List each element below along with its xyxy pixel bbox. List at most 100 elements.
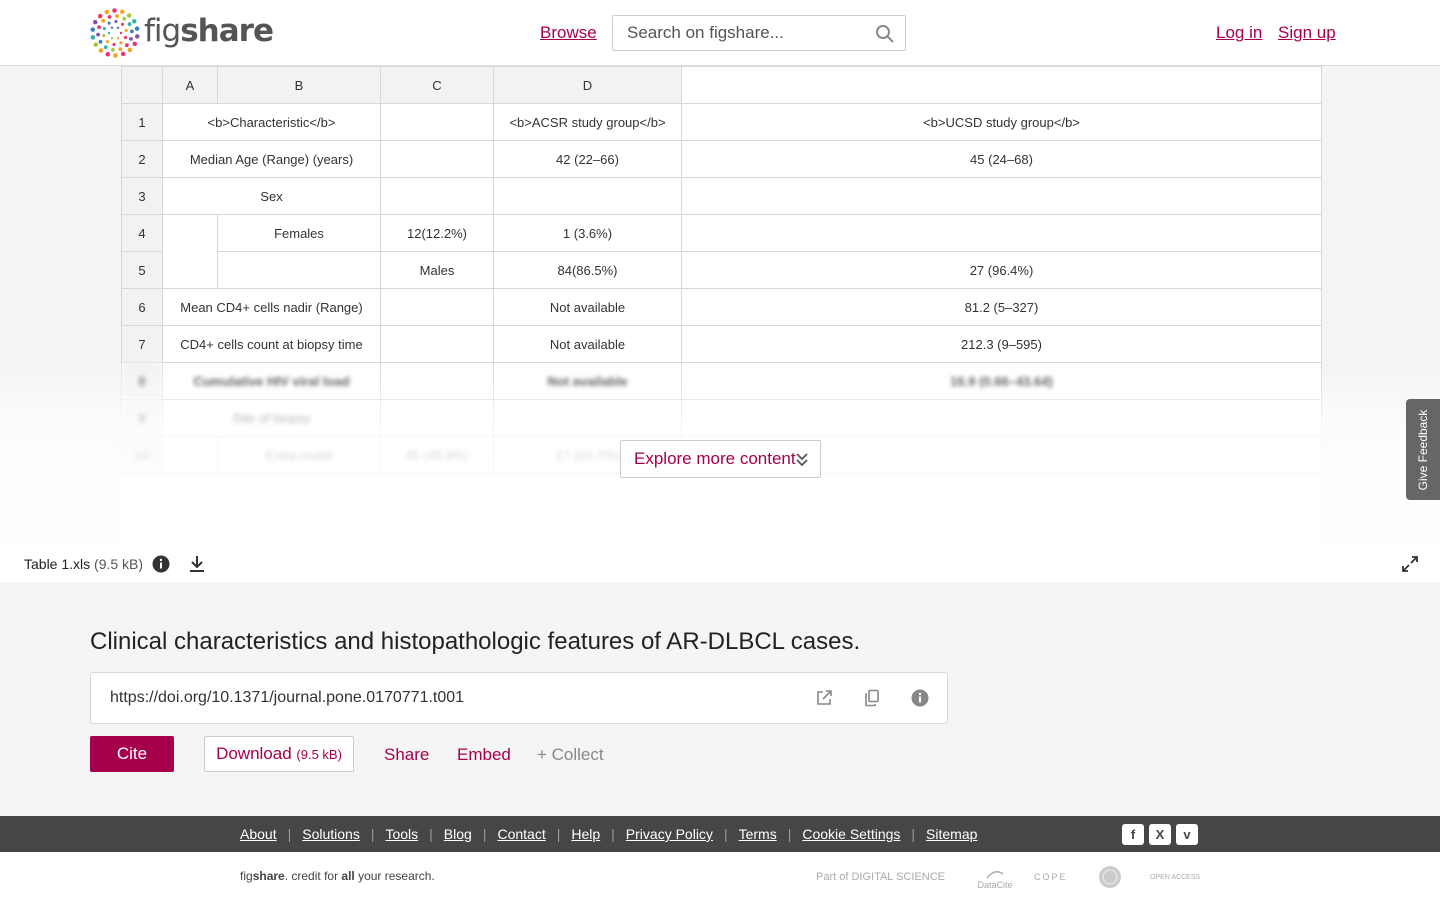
logo-dot <box>124 43 129 48</box>
logo-dot <box>102 34 106 38</box>
logo-wordmark: figshare <box>144 13 274 49</box>
signup-link[interactable]: Sign up <box>1278 23 1336 43</box>
download-button[interactable]: Download (9.5 kB) <box>204 736 354 772</box>
column-header: A <box>162 66 218 104</box>
logo-dot <box>103 45 108 50</box>
row-number: 3 <box>121 177 163 215</box>
collect-link[interactable]: + Collect <box>537 745 604 765</box>
footer-bottom: figshare. credit for all your research. … <box>0 852 1440 900</box>
share-link[interactable]: Share <box>384 745 429 765</box>
table-cell: 84(86.5%) <box>493 251 682 289</box>
table-row: 7 CD4+ cells count at biopsy time Not av… <box>121 325 1322 363</box>
table-row: 9 Site of biopsy <box>121 399 1322 437</box>
search-input[interactable] <box>613 16 863 50</box>
footer-link-privacy[interactable]: Privacy Policy <box>626 826 713 842</box>
row-number: 10 <box>121 436 163 474</box>
explore-more-button[interactable]: Explore more content <box>620 440 821 478</box>
logo-dot <box>107 31 111 35</box>
logo-dot <box>130 29 134 34</box>
logo-dot <box>110 26 114 30</box>
logo-dot <box>110 47 115 52</box>
logo-dot <box>120 22 125 26</box>
logo-dot <box>112 8 117 13</box>
explore-more-label: Explore more content <box>634 449 796 468</box>
table-cell: Extra-nodal <box>217 436 381 474</box>
footer-link-tools[interactable]: Tools <box>385 826 418 842</box>
give-feedback-label: Give Feedback <box>1416 409 1430 490</box>
search-icon[interactable] <box>875 24 895 44</box>
table-cell: Males <box>380 251 494 289</box>
table-cell: 45 (45.9%) <box>380 436 494 474</box>
table-cell-merged <box>162 214 218 289</box>
footer-link-solutions[interactable]: Solutions <box>302 826 360 842</box>
vimeo-icon[interactable]: v <box>1176 824 1198 845</box>
seal-icon <box>1099 866 1121 888</box>
column-header-row: A B C D <box>121 66 1322 104</box>
footer-link-sitemap[interactable]: Sitemap <box>926 826 977 842</box>
digital-science-logo[interactable]: Part of DIGITAL SCIENCE <box>816 864 954 890</box>
download-size: (9.5 kB) <box>296 747 342 762</box>
doi-link[interactable]: https://doi.org/10.1371/journal.pone.017… <box>110 689 464 707</box>
logo-dot <box>118 47 123 52</box>
column-header-blank <box>681 66 1322 104</box>
cope-logo[interactable]: COPE <box>1034 864 1072 890</box>
info-icon[interactable] <box>152 555 170 573</box>
spreadsheet-grid: A B C D 1 <b>Characteristic</b> <b>ACSR … <box>121 66 1322 474</box>
logo-dot <box>115 14 120 19</box>
cite-button[interactable]: Cite <box>90 736 174 772</box>
embed-link[interactable]: Embed <box>457 745 511 765</box>
give-feedback-tab[interactable]: Give Feedback <box>1406 399 1440 500</box>
external-link-icon[interactable] <box>815 689 833 707</box>
logo-dot <box>127 22 132 27</box>
figshare-logo[interactable]: figshare <box>90 8 274 58</box>
logo-dot <box>102 26 106 31</box>
logo-dot <box>124 35 128 40</box>
table-row: 6 Mean CD4+ cells nadir (Range) Not avai… <box>121 288 1322 326</box>
browse-link[interactable]: Browse <box>540 23 597 43</box>
logo-dot <box>124 28 128 32</box>
table-cell: Sex <box>162 177 381 215</box>
table-row: 2 Median Age (Range) (years) 42 (22–66) … <box>121 140 1322 178</box>
doi-box: https://doi.org/10.1371/journal.pone.017… <box>90 672 948 724</box>
table-cell <box>380 177 494 215</box>
table-cell: 27 (96.4%) <box>681 251 1322 289</box>
footer-link-help[interactable]: Help <box>571 826 600 842</box>
download-icon[interactable] <box>188 555 206 573</box>
logo-dot <box>132 41 137 47</box>
table-row: 5 Males 84(86.5%) 27 (96.4%) <box>121 251 1322 289</box>
logo-dot <box>90 27 96 32</box>
site-header: figshare Browse Log in Sign up <box>0 0 1440 66</box>
logo-dot <box>110 36 114 40</box>
open-access-logo[interactable]: OPEN ACCESS <box>1150 864 1202 890</box>
logo-dot <box>107 14 112 19</box>
column-header: D <box>493 66 682 104</box>
footer-link-contact[interactable]: Contact <box>497 826 545 842</box>
logo-dot <box>113 53 118 58</box>
footer-tagline: figshare. credit for all your research. <box>240 869 435 883</box>
footer-separator: | <box>287 826 292 842</box>
x-icon[interactable]: X <box>1149 824 1171 845</box>
table-cell: <b>Characteristic</b> <box>162 103 381 141</box>
logo-dot <box>105 52 111 57</box>
table-cell <box>380 103 494 141</box>
row-number: 4 <box>121 214 163 252</box>
datacite-logo[interactable]: DataCite <box>978 864 1013 890</box>
datacite-icon <box>986 871 1004 879</box>
footer-link-terms[interactable]: Terms <box>739 826 777 842</box>
table-cell <box>681 214 1322 252</box>
expand-icon[interactable] <box>1401 555 1419 573</box>
logo-dot <box>98 48 104 53</box>
login-link[interactable]: Log in <box>1216 23 1262 43</box>
facebook-icon[interactable]: f <box>1122 824 1144 845</box>
seal-logo[interactable] <box>1098 864 1124 890</box>
footer-link-cookies[interactable]: Cookie Settings <box>802 826 900 842</box>
logo-dot <box>97 25 101 30</box>
table-cell: Cumulative HIV viral load <box>162 362 381 400</box>
logo-dot <box>101 18 106 23</box>
footer-link-about[interactable]: About <box>240 826 277 842</box>
copy-icon[interactable] <box>863 689 881 707</box>
row-number: 9 <box>121 399 163 437</box>
footer-link-blog[interactable]: Blog <box>444 826 472 842</box>
info-icon[interactable] <box>911 689 929 707</box>
table-cell <box>380 288 494 326</box>
